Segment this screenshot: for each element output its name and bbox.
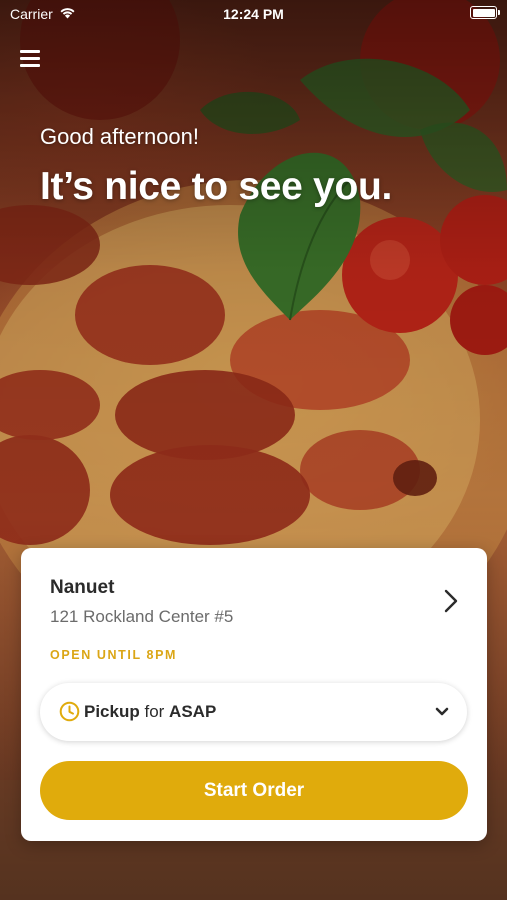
- status-time: 12:24 PM: [223, 6, 284, 22]
- order-connector: for: [139, 702, 170, 721]
- store-name[interactable]: Nanuet: [50, 577, 114, 599]
- store-address[interactable]: 121 Rockland Center #5: [50, 607, 233, 627]
- hamburger-menu-icon[interactable]: [20, 50, 42, 68]
- start-order-button[interactable]: Start Order: [40, 761, 468, 820]
- battery-icon: [470, 6, 500, 19]
- greeting-subtitle: Good afternoon!: [40, 124, 200, 149]
- status-bar: Carrier 12:24 PM: [0, 0, 507, 28]
- status-right: [470, 6, 500, 19]
- store-hours: OPEN UNTIL 8PM: [50, 648, 178, 662]
- order-type-label: Pickup for ASAP: [84, 702, 216, 722]
- location-card: Nanuet 121 Rockland Center #5 OPEN UNTIL…: [21, 548, 487, 841]
- clock-icon: [59, 701, 80, 722]
- order-time: ASAP: [169, 702, 217, 721]
- chevron-down-icon: [435, 705, 449, 717]
- order-type-dropdown[interactable]: Pickup for ASAP: [40, 683, 467, 741]
- chevron-right-icon[interactable]: [441, 588, 461, 614]
- greeting-title: It’s nice to see you.: [40, 165, 393, 208]
- order-mode: Pickup: [84, 702, 140, 721]
